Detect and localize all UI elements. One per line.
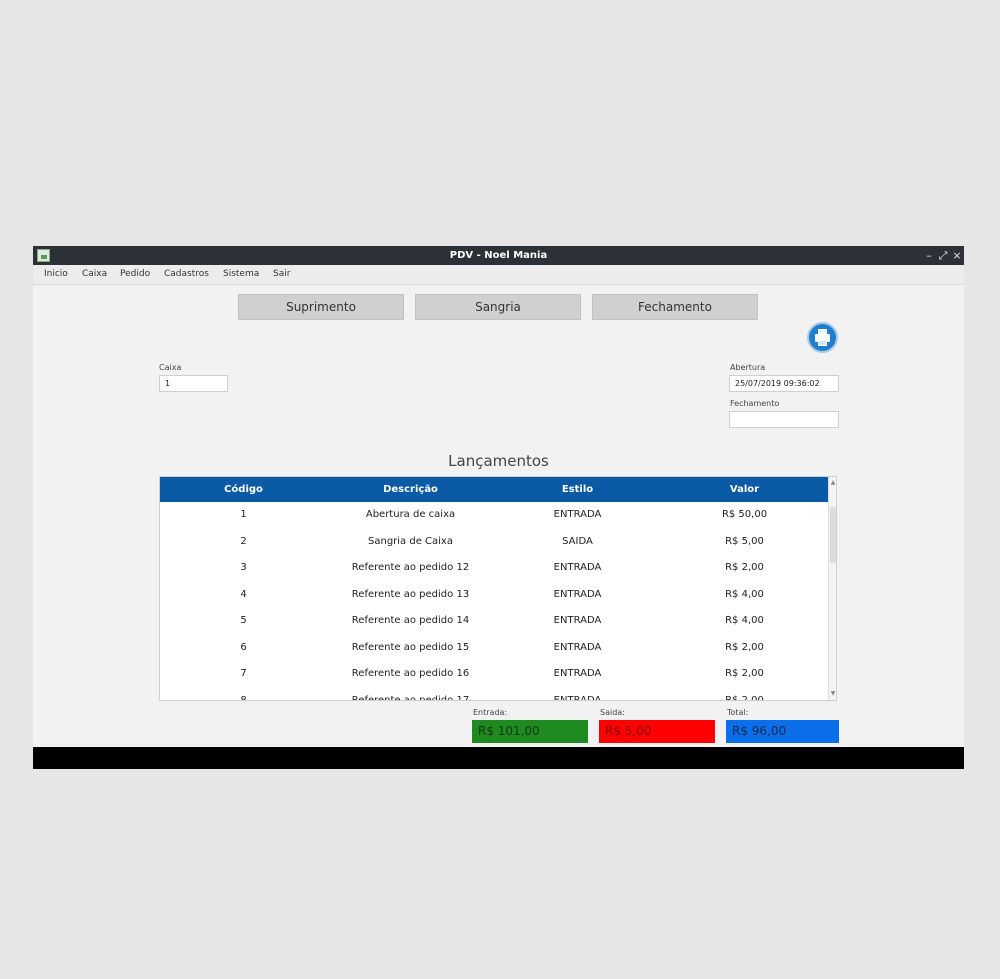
saida-total: R$ 5,00	[599, 720, 715, 743]
cell-valor: R$ 5,00	[725, 535, 764, 547]
menu-bar: Inicio Caixa Pedido Cadastros Sistema Sa…	[33, 265, 964, 285]
cell-descricao: Referente ao pedido 16	[351, 668, 470, 679]
column-header-codigo[interactable]: Código	[160, 477, 327, 502]
abertura-field[interactable]: 25/07/2019 09:36:02	[729, 375, 839, 392]
bottom-bar	[33, 747, 964, 769]
cell-valor: R$ 50,00	[721, 509, 768, 520]
cell-descricao: Referente ao pedido 14	[351, 615, 470, 626]
scroll-up-icon[interactable]: ▲	[829, 479, 836, 487]
cell-descricao: Referente ao pedido 13	[351, 588, 470, 600]
grand-total: R$ 96,00	[726, 720, 839, 743]
cell-estilo: ENTRADA	[553, 509, 602, 520]
cell-codigo: 6	[240, 641, 247, 653]
table-row[interactable]: 3 Referente ao pedido 12 ENTRADA R$ 2,00	[160, 555, 828, 582]
close-icon[interactable]: ×	[951, 246, 963, 265]
cell-valor: R$ 4,00	[725, 588, 764, 600]
lancamentos-table: Código Descrição Estilo Valor 1 Abertura…	[159, 476, 837, 701]
cell-estilo: ENTRADA	[553, 668, 602, 679]
cell-codigo: 2	[240, 535, 247, 547]
cell-estilo: ENTRADA	[553, 694, 602, 701]
cell-descricao: Referente ao pedido 17	[351, 694, 470, 701]
fechamento-field[interactable]	[729, 411, 839, 428]
table-row[interactable]: 1 Abertura de caixa ENTRADA R$ 50,00	[160, 502, 828, 529]
menu-sair[interactable]: Sair	[273, 265, 290, 284]
suprimento-button[interactable]: Suprimento	[238, 294, 404, 320]
cell-valor: R$ 4,00	[725, 615, 764, 626]
cell-codigo: 8	[240, 694, 247, 701]
table-row[interactable]: 6 Referente ao pedido 15 ENTRADA R$ 2,00	[160, 635, 828, 662]
menu-sistema[interactable]: Sistema	[223, 265, 259, 284]
fechamento-label: Fechamento	[730, 399, 780, 408]
table-row[interactable]: 5 Referente ao pedido 14 ENTRADA R$ 4,00	[160, 608, 828, 635]
scroll-thumb[interactable]	[830, 507, 836, 563]
cell-codigo: 3	[240, 562, 247, 573]
total-label: Total:	[727, 708, 749, 717]
cell-codigo: 1	[240, 509, 247, 520]
cell-codigo: 7	[240, 668, 247, 679]
column-header-estilo[interactable]: Estilo	[494, 477, 661, 502]
cell-codigo: 4	[240, 588, 247, 600]
cell-codigo: 5	[240, 615, 247, 626]
minimize-icon[interactable]: –	[923, 246, 935, 265]
column-header-descricao[interactable]: Descrição	[327, 477, 494, 502]
table-row[interactable]: 2 Sangria de Caixa SAIDA R$ 5,00	[160, 529, 828, 556]
cell-estilo: ENTRADA	[553, 641, 602, 653]
fechamento-button[interactable]: Fechamento	[592, 294, 758, 320]
entrada-label: Entrada:	[473, 708, 508, 717]
entrada-total: R$ 101,00	[472, 720, 588, 743]
table-header: Código Descrição Estilo Valor	[160, 477, 828, 502]
cell-descricao: Referente ao pedido 15	[351, 641, 470, 653]
menu-cadastros[interactable]: Cadastros	[164, 265, 209, 284]
cell-valor: R$ 2,00	[725, 668, 764, 679]
cell-estilo: SAIDA	[562, 535, 593, 547]
cell-descricao: Abertura de caixa	[365, 509, 456, 520]
maximize-icon[interactable]: ⤢	[937, 246, 949, 265]
table-row[interactable]: 4 Referente ao pedido 13 ENTRADA R$ 4,00	[160, 582, 828, 609]
menu-inicio[interactable]: Inicio	[44, 265, 68, 284]
cell-valor: R$ 2,00	[725, 641, 764, 653]
sangria-button[interactable]: Sangria	[415, 294, 581, 320]
cell-estilo: ENTRADA	[553, 615, 602, 626]
section-title: Lançamentos	[448, 452, 549, 470]
cell-valor: R$ 2,00	[725, 694, 764, 701]
menu-pedido[interactable]: Pedido	[120, 265, 150, 284]
caixa-label: Caixa	[159, 363, 182, 372]
title-bar: PDV - Noel Mania – ⤢ ×	[33, 246, 964, 265]
menu-caixa[interactable]: Caixa	[82, 265, 107, 284]
saida-label: Saida:	[600, 708, 625, 717]
scroll-down-icon[interactable]: ▼	[829, 690, 836, 698]
window-title: PDV - Noel Mania	[449, 250, 548, 261]
abertura-label: Abertura	[730, 363, 766, 372]
cell-descricao: Referente ao pedido 12	[351, 562, 470, 573]
caixa-field[interactable]: 1	[159, 375, 228, 392]
column-header-valor[interactable]: Valor	[661, 477, 828, 502]
table-row[interactable]: 8 Referente ao pedido 17 ENTRADA R$ 2,00	[160, 688, 828, 701]
cell-valor: R$ 2,00	[725, 562, 764, 573]
table-row[interactable]: 7 Referente ao pedido 16 ENTRADA R$ 2,00	[160, 661, 828, 688]
cell-descricao: Sangria de Caixa	[368, 535, 453, 547]
print-button[interactable]	[807, 322, 838, 353]
cell-estilo: ENTRADA	[553, 588, 602, 600]
cell-estilo: ENTRADA	[553, 562, 602, 573]
table-scrollbar[interactable]: ▲ ▼	[828, 477, 836, 700]
app-window: PDV - Noel Mania – ⤢ × Inicio Caixa Pedi…	[33, 246, 964, 769]
